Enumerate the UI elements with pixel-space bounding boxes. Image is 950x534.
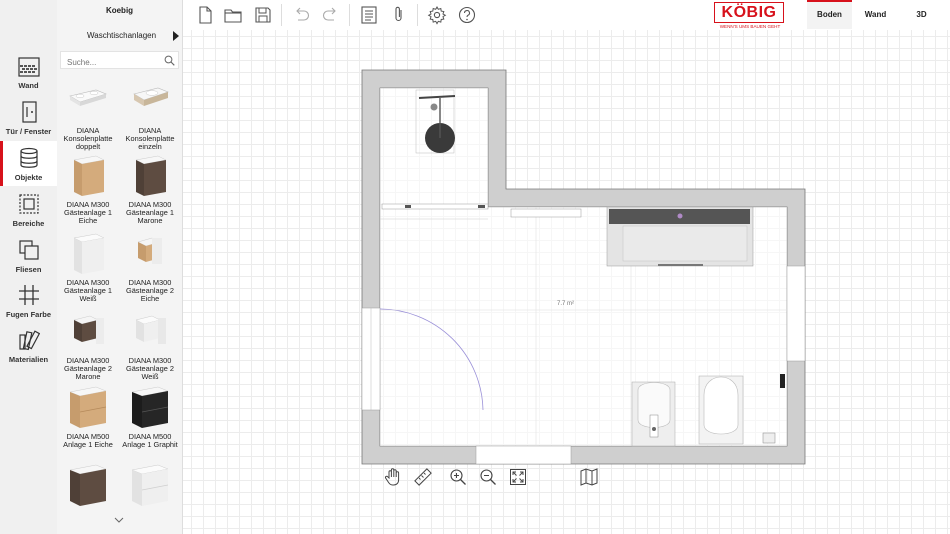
object-library-panel: Koebig Waschtischanlagen DIANA Konsolenp…	[57, 0, 183, 534]
tab-floor[interactable]: Boden	[807, 0, 852, 29]
library-item-label: DIANA M300 Gästeanlage 1 Eiche	[63, 200, 113, 225]
left-tool-rail: Wand Tür / Fenster Objekte Bereiche Flie…	[0, 0, 57, 534]
rail-item-areas[interactable]: Bereiche	[0, 193, 57, 237]
rail-item-materials[interactable]: Materialien	[0, 329, 57, 373]
settings-icon[interactable]	[427, 5, 447, 25]
zoom-in-icon[interactable]	[448, 467, 468, 487]
rail-label-wall: Wand	[18, 81, 39, 90]
rail-label-grout-color: Fugen Farbe	[5, 310, 51, 319]
vanity-white-thumbnail	[73, 233, 105, 274]
vanity-marone-2-thumbnail	[73, 315, 104, 344]
library-item-m500-weiss[interactable]	[119, 464, 181, 511]
new-file-icon[interactable]	[195, 5, 215, 25]
library-item-m500-anlage-1-graphit[interactable]: DIANA M500 Anlage 1 Graphit	[119, 386, 181, 449]
map-icon[interactable]	[579, 467, 599, 487]
materials-icon	[18, 330, 40, 351]
koebig-logo: KÖBIG WENN'S UMS BAUEN GEHT	[714, 2, 786, 30]
objects-icon	[19, 147, 38, 168]
grout-icon	[18, 285, 39, 305]
library-item-konsolenplatte-doppelt[interactable]: DIANA Konsolenplatte doppelt	[57, 80, 119, 151]
library-item-label: DIANA M500 Anlage 1 Eiche	[63, 432, 113, 449]
library-item-m300-gaesteanlage-1-marone[interactable]: DIANA M300 Gästeanlage 1 Marone	[119, 154, 181, 225]
category-label: Waschtischanlagen	[87, 31, 157, 40]
library-item-konsolenplatte-einzeln[interactable]: DIANA Konsolenplatte einzeln	[119, 80, 181, 151]
library-item-label: DIANA M300 Gästeanlage 1 Weiß	[63, 278, 113, 303]
rail-item-wall[interactable]: Wand	[0, 55, 57, 99]
vanity-m500-oak-thumbnail	[69, 386, 107, 428]
library-title: Koebig	[105, 6, 134, 15]
library-item-m300-gaesteanlage-1-eiche[interactable]: DIANA M300 Gästeanlage 1 Eiche	[57, 154, 119, 225]
rail-label-materials: Materialien	[8, 355, 49, 364]
rail-item-objects[interactable]: Objekte	[0, 141, 57, 186]
vanity-marone-thumbnail	[135, 155, 167, 196]
open-folder-icon[interactable]	[223, 5, 243, 25]
save-icon[interactable]	[253, 5, 273, 25]
zoom-out-icon[interactable]	[478, 467, 498, 487]
tab-wall[interactable]: Wand	[853, 0, 898, 29]
search-input[interactable]	[65, 57, 164, 68]
vanity-oak-2-thumbnail	[137, 237, 162, 264]
accessory-box	[762, 432, 776, 444]
search-icon[interactable]	[164, 55, 175, 66]
door-opening	[475, 445, 572, 465]
parts-list-icon[interactable]	[359, 5, 379, 25]
library-item-label: DIANA Konsolenplatte doppelt	[63, 126, 113, 151]
vanity-white-2-thumbnail	[135, 315, 166, 344]
library-item-label: DIANA M300 Gästeanlage 2 Eiche	[125, 278, 175, 303]
library-item-m300-gaesteanlage-2-eiche[interactable]: DIANA M300 Gästeanlage 2 Eiche	[119, 232, 181, 303]
vanity-m500-graphite-thumbnail	[131, 386, 169, 428]
rail-item-tiles[interactable]: Fliesen	[0, 239, 57, 283]
vanity-top-double-thumbnail	[69, 89, 107, 106]
brand-tagline: WENN'S UMS BAUEN GEHT	[719, 24, 781, 29]
attachment-icon[interactable]	[389, 5, 409, 25]
rail-label-tiles: Fliesen	[15, 265, 42, 274]
areas-icon	[18, 194, 39, 214]
library-item-m500-anlage-1-eiche[interactable]: DIANA M500 Anlage 1 Eiche	[57, 386, 119, 449]
chevron-down-icon[interactable]	[114, 516, 124, 524]
tab-3d[interactable]: 3D	[899, 0, 944, 29]
toolbar-divider	[349, 4, 350, 26]
room-area-label: 7.7 m²	[557, 301, 575, 307]
measure-ruler-icon[interactable]	[413, 467, 433, 487]
toolbar-divider	[281, 4, 282, 26]
caret-right-icon	[173, 31, 179, 41]
toolbar-divider	[417, 4, 418, 26]
window-right	[786, 265, 806, 362]
rail-label-areas: Bereiche	[12, 219, 45, 228]
library-item-m300-gaesteanlage-2-weiss[interactable]: DIANA M300 Gästeanlage 2 Weiß	[119, 310, 181, 381]
library-item-label: DIANA M500 Anlage 1 Graphit	[122, 432, 178, 449]
vanity-top-single-thumbnail	[133, 87, 169, 106]
search-box	[60, 51, 179, 69]
tiles-icon	[18, 240, 39, 260]
floor-plan	[361, 69, 806, 465]
floor-plan-canvas[interactable]: 7.7 m²	[183, 30, 950, 534]
rail-label-objects: Objekte	[14, 173, 43, 182]
rail-item-door-window[interactable]: Tür / Fenster	[0, 101, 57, 145]
rail-item-grout-color[interactable]: Fugen Farbe	[0, 284, 57, 328]
shower-partition	[381, 203, 489, 210]
library-item-m500-marone[interactable]	[57, 464, 119, 511]
redo-icon[interactable]	[321, 5, 341, 25]
vanity-m500-marone-thumbnail	[69, 464, 107, 506]
library-item-label: DIANA Konsolenplatte einzeln	[125, 126, 175, 151]
library-item-m300-gaesteanlage-1-weiss[interactable]: DIANA M300 Gästeanlage 1 Weiß	[57, 232, 119, 303]
library-item-label: DIANA M300 Gästeanlage 2 Marone	[63, 356, 113, 381]
rail-label-door-window: Tür / Fenster	[5, 127, 52, 136]
door-window-icon	[21, 101, 37, 123]
undo-icon[interactable]	[291, 5, 311, 25]
wall-icon	[17, 57, 40, 77]
wall-shelf	[510, 208, 582, 218]
library-item-label: DIANA M300 Gästeanlage 2 Weiß	[125, 356, 175, 381]
vanity-oak-thumbnail	[73, 155, 105, 196]
library-item-m300-gaesteanlage-2-marone[interactable]: DIANA M300 Gästeanlage 2 Marone	[57, 310, 119, 381]
category-selector[interactable]: Waschtischanlagen	[57, 26, 182, 46]
library-item-label: DIANA M300 Gästeanlage 1 Marone	[125, 200, 175, 225]
fit-to-screen-icon[interactable]	[508, 467, 528, 487]
help-icon[interactable]	[457, 5, 477, 25]
vanity-m500-white-thumbnail	[131, 464, 169, 506]
wall-fixture	[780, 374, 785, 388]
pan-hand-icon[interactable]	[383, 467, 403, 487]
brand-name: KÖBIG	[714, 2, 784, 23]
